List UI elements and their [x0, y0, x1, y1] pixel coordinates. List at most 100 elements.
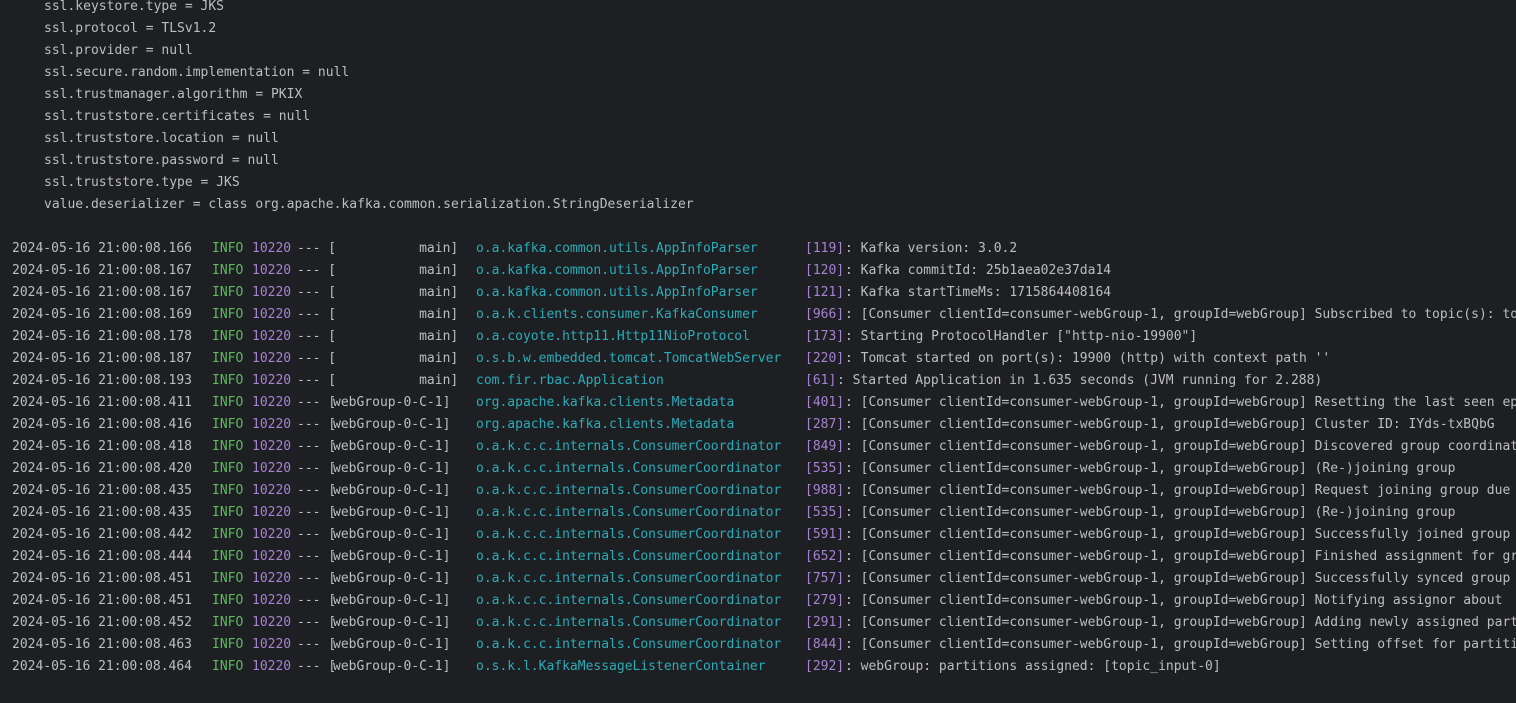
log-separator: --- [: [297, 285, 337, 300]
log-message: : [Consumer clientId=consumer-webGroup-1…: [845, 307, 1516, 322]
log-pid: 10220: [252, 659, 292, 674]
log-pid: 10220: [252, 527, 292, 542]
log-message: : [Consumer clientId=consumer-webGroup-1…: [845, 549, 1516, 564]
log-timestamp: 2024-05-16 21:00:08.451: [12, 593, 193, 608]
log-pid: 10220: [252, 329, 292, 344]
log-separator: --- [: [297, 483, 337, 498]
log-line-number: [535]: [805, 461, 845, 476]
log-line-number: [757]: [805, 571, 845, 586]
log-message: : [Consumer clientId=consumer-webGroup-1…: [845, 483, 1516, 498]
log-separator: --- [: [297, 505, 337, 520]
log-message: : [Consumer clientId=consumer-webGroup-1…: [845, 527, 1511, 542]
log-line-number: [279]: [805, 593, 845, 608]
log-pid: 10220: [252, 417, 292, 432]
log-logger: o.a.k.c.c.internals.ConsumerCoordinator: [476, 439, 782, 454]
log-message: : webGroup: partitions assigned: [topic_…: [845, 659, 1221, 674]
log-row: 2024-05-16 21:00:08.464 INFO 10220 --- [web…: [12, 656, 1516, 678]
log-level: INFO: [212, 549, 244, 564]
log-row: 2024-05-16 21:00:08.463 INFO 10220 --- [web…: [12, 634, 1516, 656]
log-logger: org.apache.kafka.clients.Metadata: [476, 417, 735, 432]
log-line-number: [849]: [805, 439, 845, 454]
log-thread: main]: [333, 241, 459, 256]
log-row: 2024-05-16 21:00:08.166 INFO 10220 --- [ ma…: [12, 238, 1516, 260]
log-row: 2024-05-16 21:00:08.420 INFO 10220 --- [web…: [12, 458, 1516, 480]
log-output: 2024-05-16 21:00:08.166 INFO 10220 --- [ ma…: [12, 238, 1516, 678]
log-level: INFO: [212, 615, 244, 630]
log-line-number: [61]: [805, 373, 837, 388]
log-level: INFO: [212, 505, 244, 520]
log-pid: 10220: [252, 571, 292, 586]
log-row: 2024-05-16 21:00:08.451 INFO 10220 --- [web…: [12, 568, 1516, 590]
log-level: INFO: [212, 373, 244, 388]
consumer-config-block: ssl.keystore.type = JKS ssl.protocol = TL…: [44, 0, 694, 216]
log-separator: --- [: [297, 615, 337, 630]
log-row: 2024-05-16 21:00:08.411 INFO 10220 --- [web…: [12, 392, 1516, 414]
log-separator: --- [: [297, 241, 337, 256]
log-logger: o.a.k.c.c.internals.ConsumerCoordinator: [476, 483, 782, 498]
log-timestamp: 2024-05-16 21:00:08.420: [12, 461, 193, 476]
log-message: : Tomcat started on port(s): 19900 (http…: [845, 351, 1331, 366]
log-row: 2024-05-16 21:00:08.187 INFO 10220 --- [ ma…: [12, 348, 1516, 370]
log-line-number: [535]: [805, 505, 845, 520]
log-pid: 10220: [252, 439, 292, 454]
config-line: ssl.truststore.location = null: [44, 131, 279, 146]
log-timestamp: 2024-05-16 21:00:08.452: [12, 615, 193, 630]
log-message: : [Consumer clientId=consumer-webGroup-1…: [845, 571, 1511, 586]
log-timestamp: 2024-05-16 21:00:08.416: [12, 417, 193, 432]
log-level: INFO: [212, 571, 244, 586]
log-message: : Starting ProtocolHandler ["http-nio-19…: [845, 329, 1198, 344]
log-row: 2024-05-16 21:00:08.435 INFO 10220 --- [web…: [12, 480, 1516, 502]
log-thread: webGroup-0-C-1]: [333, 417, 451, 432]
log-timestamp: 2024-05-16 21:00:08.169: [12, 307, 193, 322]
log-pid: 10220: [252, 483, 292, 498]
log-logger: o.a.k.c.c.internals.ConsumerCoordinator: [476, 637, 782, 652]
log-level: INFO: [212, 417, 244, 432]
log-row: 2024-05-16 21:00:08.435 INFO 10220 --- [web…: [12, 502, 1516, 524]
log-timestamp: 2024-05-16 21:00:08.418: [12, 439, 193, 454]
log-row: 2024-05-16 21:00:08.444 INFO 10220 --- [web…: [12, 546, 1516, 568]
log-level: INFO: [212, 527, 244, 542]
log-logger: o.s.k.l.KafkaMessageListenerContainer: [476, 659, 766, 674]
log-line-number: [119]: [805, 241, 845, 256]
log-pid: 10220: [252, 307, 292, 322]
log-message: : [Consumer clientId=consumer-webGroup-1…: [845, 505, 1456, 520]
log-pid: 10220: [252, 285, 292, 300]
log-line-number: [121]: [805, 285, 845, 300]
log-pid: 10220: [252, 637, 292, 652]
log-pid: 10220: [252, 615, 292, 630]
log-logger: com.fir.rbac.Application: [476, 373, 664, 388]
config-line: ssl.truststore.password = null: [44, 153, 279, 168]
log-message: : Started Application in 1.635 seconds (…: [837, 373, 1323, 388]
log-separator: --- [: [297, 263, 337, 278]
log-thread: webGroup-0-C-1]: [333, 549, 451, 564]
log-timestamp: 2024-05-16 21:00:08.435: [12, 505, 193, 520]
log-message: : [Consumer clientId=consumer-webGroup-1…: [845, 395, 1516, 410]
log-separator: --- [: [297, 659, 337, 674]
config-line: ssl.truststore.certificates = null: [44, 109, 311, 124]
log-separator: --- [: [297, 329, 337, 344]
log-separator: --- [: [297, 307, 337, 322]
log-message: : Kafka startTimeMs: 1715864408164: [845, 285, 1112, 300]
log-pid: 10220: [252, 395, 292, 410]
log-logger: o.a.kafka.common.utils.AppInfoParser: [476, 263, 758, 278]
log-thread: webGroup-0-C-1]: [333, 637, 451, 652]
log-level: INFO: [212, 263, 244, 278]
log-timestamp: 2024-05-16 21:00:08.451: [12, 571, 193, 586]
log-row: 2024-05-16 21:00:08.169 INFO 10220 --- [ ma…: [12, 304, 1516, 326]
log-thread: webGroup-0-C-1]: [333, 483, 451, 498]
log-thread: main]: [333, 307, 459, 322]
log-level: INFO: [212, 307, 244, 322]
log-line-number: [988]: [805, 483, 845, 498]
log-level: INFO: [212, 395, 244, 410]
log-row: 2024-05-16 21:00:08.452 INFO 10220 --- [web…: [12, 612, 1516, 634]
log-timestamp: 2024-05-16 21:00:08.167: [12, 263, 193, 278]
log-logger: o.a.k.c.c.internals.ConsumerCoordinator: [476, 593, 782, 608]
log-message: : [Consumer clientId=consumer-webGroup-1…: [845, 593, 1503, 608]
log-separator: --- [: [297, 395, 337, 410]
console-output[interactable]: ssl.keystore.type = JKS ssl.protocol = TL…: [0, 0, 1516, 703]
log-thread: webGroup-0-C-1]: [333, 571, 451, 586]
log-line-number: [591]: [805, 527, 845, 542]
log-level: INFO: [212, 329, 244, 344]
log-thread: main]: [333, 373, 459, 388]
log-thread: webGroup-0-C-1]: [333, 615, 451, 630]
